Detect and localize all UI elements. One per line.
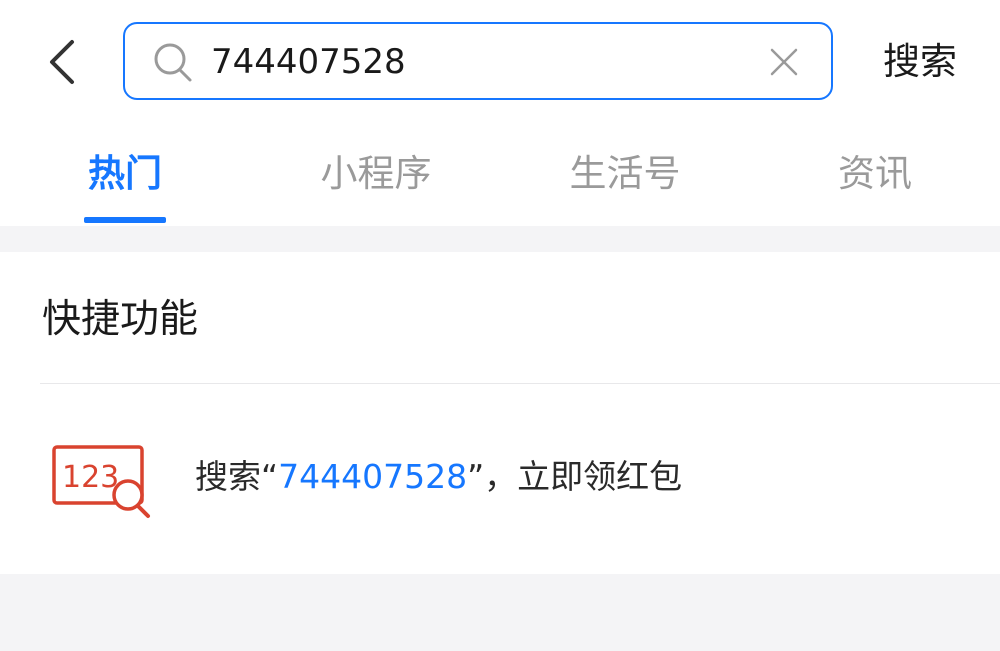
number-search-icon: 123 bbox=[52, 445, 150, 518]
quick-item-label: 搜索“744407528”，立即领红包 bbox=[195, 449, 682, 505]
chevron-left-icon bbox=[50, 40, 74, 84]
search-page: 搜索 热门 小程序 生活号 资讯 快捷功能 123 搜索“744407528”，… bbox=[0, 0, 1000, 651]
close-icon bbox=[770, 48, 798, 76]
quick-functions-section: 快捷功能 123 搜索“744407528”，立即领红包 bbox=[0, 252, 1000, 574]
active-tab-indicator bbox=[84, 217, 166, 223]
clear-search-button[interactable] bbox=[763, 41, 805, 83]
search-icon bbox=[154, 43, 192, 82]
section-title: 快捷功能 bbox=[42, 297, 199, 342]
divider bbox=[40, 383, 1000, 384]
quick-item-prefix: 搜索“ bbox=[195, 457, 279, 496]
tab-hot[interactable]: 热门 bbox=[84, 140, 166, 226]
search-input[interactable] bbox=[211, 32, 751, 92]
icon-number-text: 123 bbox=[62, 460, 119, 495]
back-button[interactable] bbox=[30, 30, 94, 94]
tab-mini-programs[interactable]: 小程序 bbox=[314, 140, 438, 226]
search-button[interactable]: 搜索 bbox=[870, 30, 970, 94]
tab-life-accounts[interactable]: 生活号 bbox=[563, 140, 687, 226]
quick-search-red-packet-item[interactable]: 123 搜索“744407528”，立即领红包 bbox=[0, 385, 1000, 575]
search-header: 搜索 热门 小程序 生活号 资讯 bbox=[0, 0, 1000, 226]
tab-news[interactable]: 资讯 bbox=[834, 140, 916, 226]
quick-item-query: 744407528 bbox=[278, 457, 468, 496]
tab-bar: 热门 小程序 生活号 资讯 bbox=[0, 140, 1000, 226]
quick-item-suffix: ”，立即领红包 bbox=[467, 457, 683, 496]
search-box[interactable] bbox=[123, 22, 833, 100]
